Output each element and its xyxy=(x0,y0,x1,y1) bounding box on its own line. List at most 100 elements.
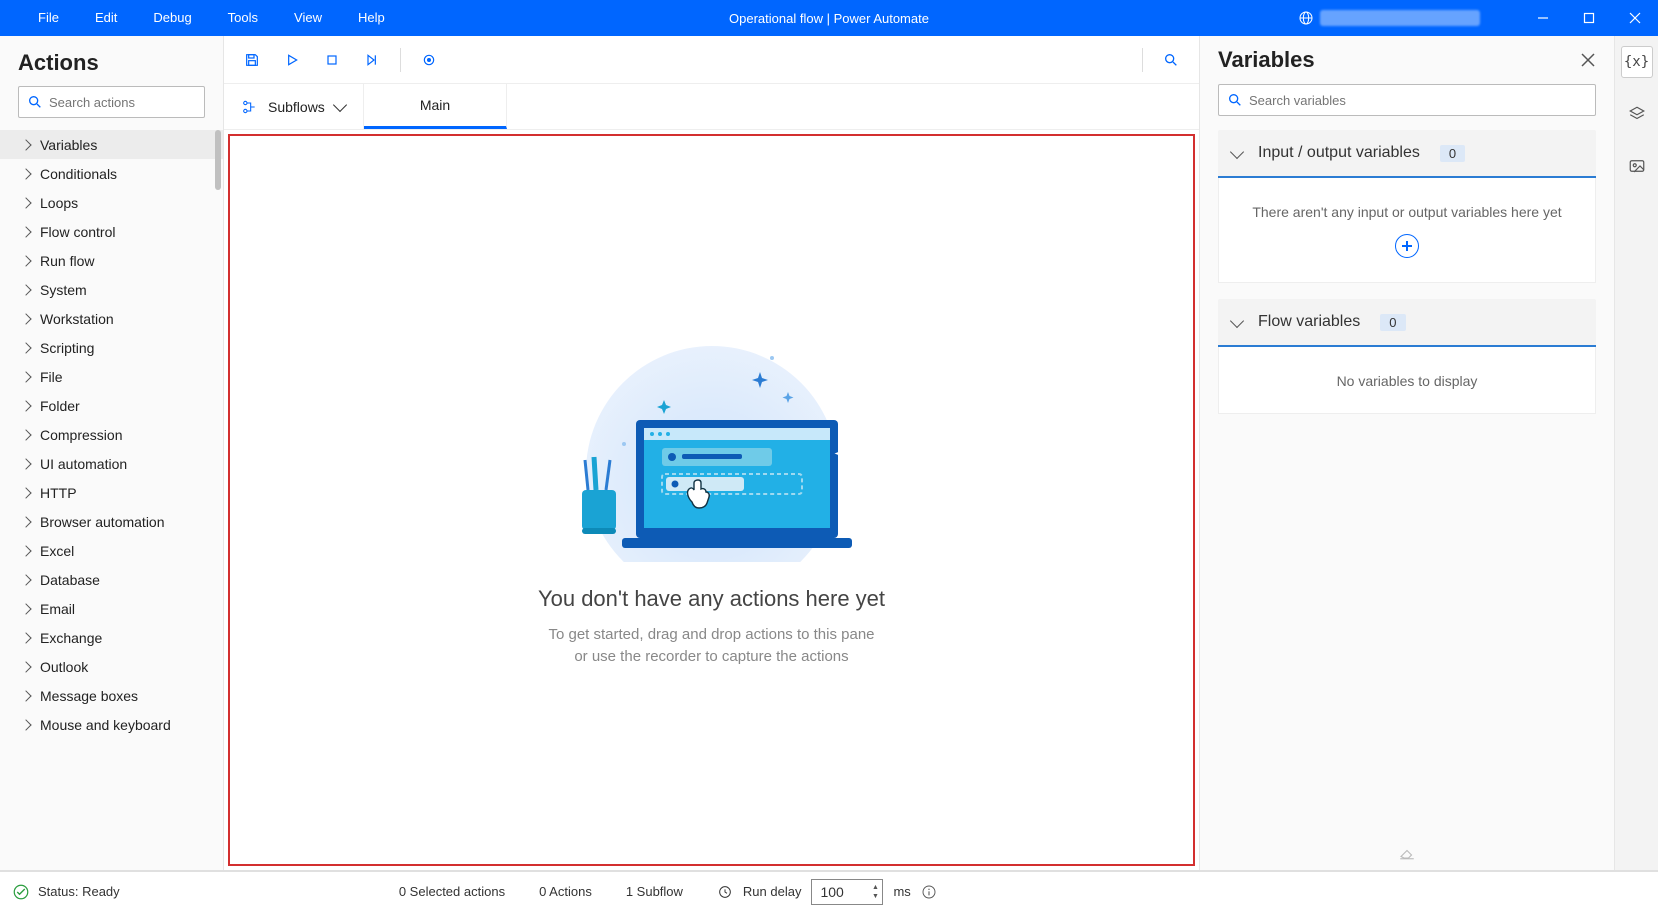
menu-file[interactable]: File xyxy=(20,0,77,36)
empty-state-subtitle2: or use the recorder to capture the actio… xyxy=(538,646,885,668)
info-icon[interactable] xyxy=(921,884,937,900)
action-category-loops[interactable]: Loops xyxy=(0,188,223,217)
action-category-browser-automation[interactable]: Browser automation xyxy=(0,507,223,536)
category-label: Database xyxy=(40,572,100,588)
status-subflows-count: 1 Subflow xyxy=(626,884,683,899)
save-button[interactable] xyxy=(234,42,270,78)
category-label: Scripting xyxy=(40,340,94,356)
maximize-button[interactable] xyxy=(1566,0,1612,36)
minimize-button[interactable] xyxy=(1520,0,1566,36)
close-variables-button[interactable] xyxy=(1576,48,1600,72)
status-text: Status: Ready xyxy=(38,884,120,899)
flow-variables-empty-text: No variables to display xyxy=(1229,373,1585,389)
action-category-run-flow[interactable]: Run flow xyxy=(0,246,223,275)
action-category-conditionals[interactable]: Conditionals xyxy=(0,159,223,188)
action-category-flow-control[interactable]: Flow control xyxy=(0,217,223,246)
chevron-right-icon xyxy=(20,226,31,237)
category-label: Outlook xyxy=(40,659,88,675)
status-bar: Status: Ready 0 Selected actions 0 Actio… xyxy=(0,871,1658,911)
menu-debug[interactable]: Debug xyxy=(135,0,209,36)
run-delay-label: Run delay xyxy=(743,884,802,899)
search-flow-button[interactable] xyxy=(1153,42,1189,78)
clear-variables-button[interactable] xyxy=(1200,835,1614,870)
action-category-ui-automation[interactable]: UI automation xyxy=(0,449,223,478)
menu-edit[interactable]: Edit xyxy=(77,0,135,36)
io-variables-empty-text: There aren't any input or output variabl… xyxy=(1229,204,1585,220)
menu-tools[interactable]: Tools xyxy=(210,0,276,36)
empty-state-subtitle1: To get started, drag and drop actions to… xyxy=(538,624,885,646)
action-category-compression[interactable]: Compression xyxy=(0,420,223,449)
action-category-email[interactable]: Email xyxy=(0,594,223,623)
empty-state-title: You don't have any actions here yet xyxy=(538,586,885,612)
flow-variables-body: No variables to display xyxy=(1218,347,1596,414)
right-rail: {x} xyxy=(1614,36,1658,870)
status-actions-count: 0 Actions xyxy=(539,884,592,899)
stop-button[interactable] xyxy=(314,42,350,78)
category-label: Excel xyxy=(40,543,74,559)
category-label: Mouse and keyboard xyxy=(40,717,171,733)
designer-canvas[interactable]: You don't have any actions here yet To g… xyxy=(228,134,1195,866)
layers-icon xyxy=(1628,105,1646,123)
actions-category-list[interactable]: Variables Conditionals Loops Flow control Ru… xyxy=(0,130,223,870)
title-bar: File Edit Debug Tools View Help Operatio… xyxy=(0,0,1658,36)
action-category-database[interactable]: Database xyxy=(0,565,223,594)
chevron-right-icon xyxy=(20,719,31,730)
separator xyxy=(400,48,401,72)
flow-variables-header[interactable]: Flow variables 0 xyxy=(1218,299,1596,347)
delay-decrement[interactable]: ▼ xyxy=(870,892,880,901)
chevron-right-icon xyxy=(20,487,31,498)
flow-variables-title: Flow variables xyxy=(1258,313,1360,331)
run-delay-input[interactable]: 100 ▲▼ xyxy=(811,879,883,905)
category-label: HTTP xyxy=(40,485,77,501)
chevron-right-icon xyxy=(20,371,31,382)
menu-view[interactable]: View xyxy=(276,0,340,36)
status-selected-actions: 0 Selected actions xyxy=(399,884,505,899)
delay-increment[interactable]: ▲ xyxy=(870,883,880,892)
run-button[interactable] xyxy=(274,42,310,78)
action-category-excel[interactable]: Excel xyxy=(0,536,223,565)
action-category-outlook[interactable]: Outlook xyxy=(0,652,223,681)
tab-main[interactable]: Main xyxy=(364,84,507,129)
action-category-message-boxes[interactable]: Message boxes xyxy=(0,681,223,710)
recorder-button[interactable] xyxy=(411,42,447,78)
add-io-variable-button[interactable] xyxy=(1395,234,1419,258)
actions-search-input[interactable] xyxy=(49,95,225,110)
action-category-scripting[interactable]: Scripting xyxy=(0,333,223,362)
io-variables-header[interactable]: Input / output variables 0 xyxy=(1218,130,1596,178)
search-icon xyxy=(27,94,43,110)
chevron-right-icon xyxy=(20,632,31,643)
rail-images-button[interactable] xyxy=(1621,150,1653,182)
actions-search[interactable] xyxy=(18,86,205,118)
chevron-right-icon xyxy=(20,342,31,353)
designer-toolbar xyxy=(224,36,1199,84)
rail-ui-elements-button[interactable] xyxy=(1621,98,1653,130)
variables-panel: Variables Input / output variables 0 The… xyxy=(1200,36,1614,870)
variables-search[interactable] xyxy=(1218,84,1596,116)
menu-help[interactable]: Help xyxy=(340,0,403,36)
rail-variables-button[interactable]: {x} xyxy=(1621,46,1653,78)
subflow-tabs: Subflows Main xyxy=(224,84,1199,130)
category-label: Email xyxy=(40,601,75,617)
run-next-button[interactable] xyxy=(354,42,390,78)
close-button[interactable] xyxy=(1612,0,1658,36)
action-category-exchange[interactable]: Exchange xyxy=(0,623,223,652)
category-label: Conditionals xyxy=(40,166,117,182)
action-category-folder[interactable]: Folder xyxy=(0,391,223,420)
action-category-file[interactable]: File xyxy=(0,362,223,391)
action-category-http[interactable]: HTTP xyxy=(0,478,223,507)
environment-picker[interactable] xyxy=(1298,10,1480,26)
flow-variables-section: Flow variables 0 No variables to display xyxy=(1218,299,1596,414)
category-label: Flow control xyxy=(40,224,115,240)
scrollbar[interactable] xyxy=(215,130,221,190)
chevron-right-icon xyxy=(20,661,31,672)
environment-name-redacted xyxy=(1320,10,1480,26)
flow-variables-count: 0 xyxy=(1380,314,1405,331)
action-category-variables[interactable]: Variables xyxy=(0,130,223,159)
action-category-mouse-and-keyboard[interactable]: Mouse and keyboard xyxy=(0,710,223,739)
run-delay-control: Run delay 100 ▲▼ ms xyxy=(717,879,937,905)
action-category-system[interactable]: System xyxy=(0,275,223,304)
action-category-workstation[interactable]: Workstation xyxy=(0,304,223,333)
variables-search-input[interactable] xyxy=(1249,93,1587,108)
subflows-dropdown[interactable]: Subflows xyxy=(224,84,364,129)
status-ok-icon xyxy=(12,883,30,901)
